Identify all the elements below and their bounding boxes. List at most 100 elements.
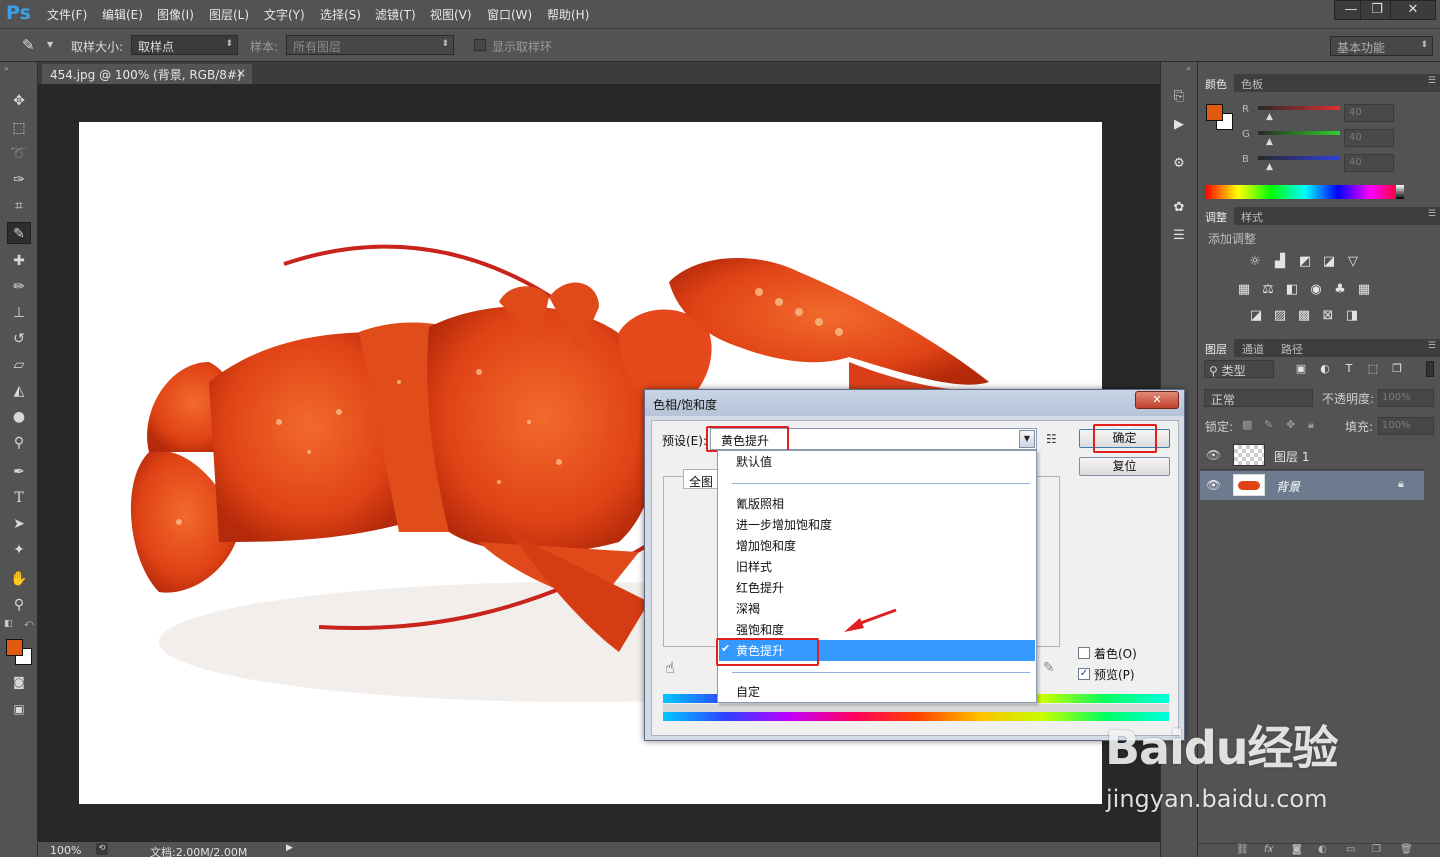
layer-row[interactable]: 👁︎ 图层 1 — [1200, 441, 1424, 470]
menu-edit[interactable]: 编辑(E) — [102, 6, 143, 23]
brush-panel-icon[interactable]: ✿ — [1170, 201, 1188, 215]
foreground-color-swatch[interactable] — [6, 639, 23, 656]
fx-icon[interactable]: fx — [1264, 844, 1273, 855]
document-tab-close-icon[interactable]: × — [236, 66, 246, 80]
exposure-icon[interactable]: ◪ — [1320, 255, 1338, 269]
lock-all-icon[interactable]: 🔒︎ — [1308, 418, 1314, 432]
channel-mixer-icon[interactable]: ♣ — [1331, 283, 1349, 297]
threshold-icon[interactable]: ▩ — [1295, 309, 1313, 323]
menu-help[interactable]: 帮助(H) — [547, 6, 589, 23]
lock-transparent-icon[interactable]: ▩ — [1242, 418, 1252, 431]
filter-toggle-switch[interactable] — [1426, 361, 1434, 377]
filter-pixel-icon[interactable]: ▣ — [1292, 362, 1310, 376]
panel-foreground-swatch[interactable] — [1206, 104, 1223, 121]
tool-presets-icon[interactable]: ⚙ — [1170, 157, 1188, 171]
menu-image[interactable]: 图像(I) — [157, 6, 194, 23]
panel-menu-icon[interactable]: ☰ — [1428, 341, 1436, 351]
reset-button[interactable]: 复位 — [1079, 457, 1170, 476]
preset-option[interactable]: 增加饱和度 — [736, 536, 1032, 556]
menu-type[interactable]: 文字(Y) — [264, 6, 305, 23]
menu-view[interactable]: 视图(V) — [430, 6, 472, 23]
layer-name[interactable]: 图层 1 — [1274, 448, 1309, 465]
layer-name[interactable]: 背景 — [1276, 478, 1300, 495]
shape-tool-icon[interactable]: ✦ — [7, 539, 31, 561]
share-icon[interactable]: ⟲ — [96, 843, 108, 855]
dialog-close-button[interactable]: ✕ — [1135, 391, 1179, 409]
swap-colors-icon[interactable]: ⤺ — [24, 619, 34, 629]
eyedropper-tool-icon[interactable]: ✎ — [7, 222, 31, 244]
sample-select[interactable]: 所有图层 ⬍ — [286, 35, 454, 55]
grayscale-ramp[interactable] — [1396, 185, 1404, 199]
preset-option[interactable]: 旧样式 — [736, 557, 1032, 577]
collapse-toolbar-icon[interactable]: » — [4, 64, 9, 73]
menu-filter[interactable]: 滤镜(T) — [375, 6, 416, 23]
brightness-icon[interactable]: ☼ — [1246, 255, 1264, 269]
filter-shape-icon[interactable]: ⬚ — [1364, 362, 1382, 376]
tab-layers[interactable]: 图层 — [1198, 339, 1234, 357]
posterize-icon[interactable]: ▨ — [1271, 309, 1289, 323]
panel-menu-icon[interactable]: ☰ — [1428, 209, 1436, 219]
tool-preset-dropdown-icon[interactable]: ▼ — [47, 40, 53, 49]
eraser-tool-icon[interactable]: ▱ — [7, 354, 31, 376]
new-layer-icon[interactable]: ❐ — [1372, 844, 1381, 855]
preset-option-custom[interactable]: 自定 — [736, 682, 1032, 702]
eye-icon[interactable]: 👁︎ — [1206, 448, 1221, 462]
preset-option[interactable]: 红色提升 — [736, 578, 1032, 598]
blur-tool-icon[interactable]: ● — [7, 406, 31, 428]
r-value-field[interactable]: 40 — [1344, 104, 1394, 122]
tab-styles[interactable]: 样式 — [1234, 207, 1270, 225]
menu-file[interactable]: 文件(F) — [47, 6, 87, 23]
new-group-icon[interactable]: ▭ — [1346, 844, 1355, 855]
preset-options-icon[interactable]: ☷ — [1046, 432, 1057, 446]
healing-brush-tool-icon[interactable]: ✚ — [7, 250, 31, 272]
tab-swatches[interactable]: 色板 — [1234, 74, 1270, 92]
lock-position-icon[interactable]: ✥ — [1286, 418, 1295, 431]
layer-filter-select[interactable]: ⚲ 类型 — [1204, 360, 1274, 378]
default-colors-icon[interactable]: ◧ — [4, 619, 13, 629]
menu-window[interactable]: 窗口(W) — [487, 6, 532, 23]
opacity-field[interactable]: 100% — [1378, 389, 1434, 407]
vibrance-icon[interactable]: ▽ — [1344, 255, 1362, 269]
lock-pixels-icon[interactable]: ✎ — [1264, 418, 1273, 431]
actions-play-icon[interactable]: ▶ — [1170, 118, 1188, 132]
blend-mode-select[interactable]: 正常 — [1204, 389, 1313, 407]
fill-field[interactable]: 100% — [1378, 417, 1434, 435]
b-slider-thumb[interactable]: ▲ — [1266, 162, 1273, 172]
screen-mode-icon[interactable]: ▣ — [7, 698, 31, 720]
pen-tool-icon[interactable]: ✒ — [7, 461, 31, 483]
marquee-tool-icon[interactable]: ⬚ — [7, 117, 31, 139]
curves-icon[interactable]: ◩ — [1296, 255, 1314, 269]
colorize-checkbox[interactable] — [1078, 647, 1090, 659]
layer-row-selected[interactable]: 👁︎ 背景 🔒︎ — [1200, 471, 1424, 500]
levels-icon[interactable]: ▟ — [1271, 255, 1289, 269]
collapse-panels-icon[interactable]: « — [1186, 64, 1191, 73]
preset-option[interactable]: 进一步增加饱和度 — [736, 515, 1032, 535]
brush-tool-icon[interactable]: ✏ — [7, 276, 31, 298]
move-tool-icon[interactable]: ✥ — [7, 90, 31, 112]
quick-mask-icon[interactable]: ◙ — [7, 671, 31, 693]
hue-range-track[interactable] — [663, 704, 1169, 712]
color-balance-icon[interactable]: ⚖ — [1259, 283, 1277, 297]
g-slider-track[interactable] — [1258, 131, 1340, 135]
tab-adjustments[interactable]: 调整 — [1198, 207, 1234, 225]
status-menu-arrow-icon[interactable]: ▶ — [286, 843, 293, 853]
menu-select[interactable]: 选择(S) — [320, 6, 361, 23]
filter-smart-object-icon[interactable]: ❐ — [1388, 362, 1406, 376]
tab-paths[interactable]: 路径 — [1274, 339, 1310, 357]
filter-type-icon[interactable]: T — [1340, 362, 1358, 376]
preset-option-default[interactable]: 默认值 — [736, 452, 1032, 472]
selective-color-icon[interactable]: ⊠ — [1319, 309, 1337, 323]
hue-saturation-icon[interactable]: ▦ — [1235, 283, 1253, 297]
zoom-level[interactable]: 100% — [50, 844, 81, 857]
tab-color[interactable]: 颜色 — [1198, 74, 1234, 92]
tab-channels[interactable]: 通道 — [1235, 339, 1271, 357]
window-close-button[interactable]: ✕ — [1390, 0, 1436, 20]
workspace-select[interactable]: 基本功能 ⬍ — [1330, 36, 1433, 56]
preset-option[interactable]: 氰版照相 — [736, 494, 1032, 514]
r-slider-thumb[interactable]: ▲ — [1266, 112, 1273, 122]
color-lookup-icon[interactable]: ▦ — [1355, 283, 1373, 297]
color-spectrum-bar[interactable] — [1205, 185, 1404, 199]
photo-filter-icon[interactable]: ◉ — [1307, 283, 1325, 297]
paint-bucket-tool-icon[interactable]: ◭ — [7, 380, 31, 402]
filter-adjustment-icon[interactable]: ◐ — [1316, 362, 1334, 376]
